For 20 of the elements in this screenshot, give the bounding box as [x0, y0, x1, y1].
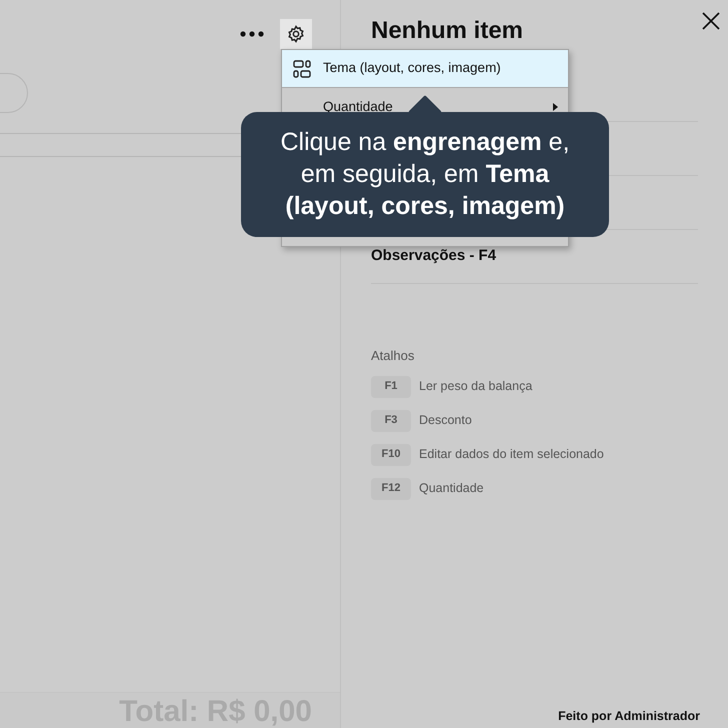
close-icon[interactable] [702, 12, 720, 30]
settings-button[interactable] [280, 19, 312, 49]
footer-text: Feito por Administrador [558, 708, 700, 726]
menu-item[interactable]: Tema (layout, cores, imagem) [282, 50, 568, 88]
shortcut-label: Ler peso da balança [419, 378, 532, 396]
more-icon[interactable] [240, 31, 264, 37]
section-label[interactable]: Observações - F4 [371, 245, 496, 268]
shortcut-label: Quantidade [419, 480, 484, 498]
key-badge: F10 [371, 444, 411, 466]
key-badge: F1 [371, 376, 411, 398]
tooltip-text: Clique na engrenagem e, em seguida, em Tema (layout, cores, imagem) [241, 112, 609, 237]
layout-icon [293, 60, 311, 78]
key-badge: F12 [371, 478, 411, 500]
shortcuts-heading: Atalhos [371, 347, 416, 365]
shortcut-label: Editar dados do item selecionado [419, 446, 604, 464]
panel-title: Nenhum item [371, 16, 524, 46]
submenu-caret-icon [553, 103, 558, 111]
key-badge: F3 [371, 410, 411, 432]
shortcut-label: Desconto [419, 412, 472, 430]
settings-icon [287, 25, 305, 43]
